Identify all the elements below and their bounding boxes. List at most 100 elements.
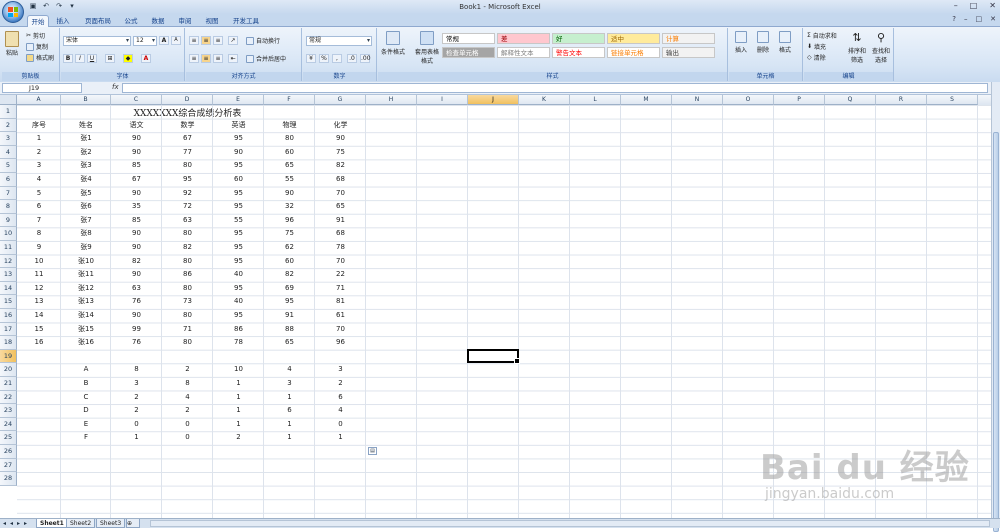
cell[interactable]: 13	[17, 295, 61, 309]
row-header[interactable]: 25	[0, 431, 17, 445]
cell[interactable]: 68	[315, 173, 366, 187]
row-header[interactable]: 23	[0, 404, 17, 418]
cell[interactable]: 10	[17, 255, 61, 269]
cell[interactable]: 张15	[61, 323, 111, 337]
row-header[interactable]: 5	[0, 159, 17, 173]
paste-button[interactable]: 粘贴	[5, 31, 19, 57]
help-icon[interactable]: ?	[952, 15, 956, 23]
cell[interactable]: 张9	[61, 241, 111, 255]
insert-function-icon[interactable]: fx	[112, 83, 119, 91]
cell[interactable]: 90	[315, 132, 366, 146]
cell[interactable]: 80	[162, 227, 213, 241]
percent-button[interactable]: %	[319, 54, 329, 63]
row-header[interactable]: 4	[0, 145, 17, 160]
cell-style-option[interactable]: 输出	[662, 47, 715, 58]
column-header[interactable]: F	[264, 95, 315, 105]
cell[interactable]: 6	[17, 200, 61, 214]
cell[interactable]: 78	[315, 241, 366, 255]
cell[interactable]: 3	[17, 159, 61, 173]
next-sheet-icon[interactable]: ▸	[17, 520, 20, 527]
tab-page-layout[interactable]: 页面布局	[80, 15, 116, 27]
cell[interactable]: 5	[17, 187, 61, 201]
cell[interactable]: 40	[213, 268, 264, 282]
vertical-scrollbar[interactable]	[991, 82, 1000, 532]
first-sheet-icon[interactable]: ◂	[3, 520, 6, 527]
cell[interactable]: 62	[264, 241, 315, 255]
tab-home[interactable]: 开始	[27, 15, 49, 27]
cell[interactable]: 张7	[61, 214, 111, 228]
cell[interactable]: 1	[264, 418, 315, 432]
ribbon-minimize-icon[interactable]: –	[964, 15, 968, 23]
cell[interactable]: 70	[315, 187, 366, 201]
sheet-tab-1[interactable]: Sheet1	[36, 519, 68, 528]
last-sheet-icon[interactable]: ▸	[24, 520, 27, 527]
cell[interactable]: 91	[264, 309, 315, 323]
cell[interactable]: 85	[111, 159, 162, 173]
cell[interactable]: 1	[213, 404, 264, 418]
tab-data[interactable]: 数据	[147, 15, 169, 27]
cell[interactable]: 32	[264, 200, 315, 214]
cell[interactable]: 1	[264, 431, 315, 445]
cell[interactable]: 95	[264, 295, 315, 309]
cell[interactable]: 0	[111, 418, 162, 432]
cell[interactable]: 81	[315, 295, 366, 309]
cell[interactable]: 15	[17, 323, 61, 337]
merge-center-button[interactable]: 合并后居中	[246, 54, 286, 63]
cell[interactable]: A	[61, 363, 111, 377]
cell[interactable]: 77	[162, 146, 213, 160]
cell[interactable]: 80	[162, 282, 213, 296]
cell[interactable]: 1	[17, 132, 61, 146]
cell[interactable]: 90	[264, 187, 315, 201]
cell[interactable]: 80	[162, 336, 213, 350]
cell-style-option[interactable]: 检查单元格	[442, 47, 495, 58]
row-header[interactable]: 10	[0, 227, 17, 241]
cell[interactable]: 9	[17, 241, 61, 255]
row-header[interactable]: 6	[0, 173, 17, 187]
cell[interactable]: 95	[213, 241, 264, 255]
cell[interactable]: 80	[162, 159, 213, 173]
cell[interactable]: 73	[162, 295, 213, 309]
cell[interactable]: 90	[111, 132, 162, 146]
paste-options-icon[interactable]: ▤	[368, 447, 377, 455]
cell[interactable]: 张16	[61, 336, 111, 350]
comma-icon[interactable]: ,	[332, 54, 342, 63]
column-header[interactable]: S	[927, 95, 978, 105]
cell[interactable]: 35	[111, 200, 162, 214]
cell[interactable]: 3	[315, 363, 366, 377]
tab-review[interactable]: 审阅	[174, 15, 196, 27]
cell[interactable]: 1	[213, 391, 264, 405]
cell[interactable]: 67	[162, 132, 213, 146]
cell[interactable]: 90	[111, 227, 162, 241]
row-header[interactable]: 9	[0, 213, 17, 228]
cell[interactable]: 68	[315, 227, 366, 241]
row-header[interactable]: 13	[0, 268, 17, 282]
row-header[interactable]: 18	[0, 336, 17, 350]
clear-button[interactable]: ◇ 清除	[807, 53, 826, 62]
cell[interactable]: 95	[213, 227, 264, 241]
sheet-tab-2[interactable]: Sheet2	[66, 519, 96, 528]
cell[interactable]: 2	[17, 146, 61, 160]
cell[interactable]: 65	[264, 159, 315, 173]
cell[interactable]: 99	[111, 323, 162, 337]
cell[interactable]: 95	[213, 159, 264, 173]
cell[interactable]: 22	[315, 268, 366, 282]
select-all-corner[interactable]	[0, 95, 17, 105]
maximize-button[interactable]: □	[970, 1, 978, 10]
cell[interactable]: 60	[264, 255, 315, 269]
column-header[interactable]: O	[723, 95, 774, 105]
row-header[interactable]: 2	[0, 118, 17, 133]
cell[interactable]: 张3	[61, 159, 111, 173]
cell[interactable]: 张8	[61, 227, 111, 241]
cell-style-option[interactable]: 常规	[442, 33, 495, 44]
cell[interactable]: 8	[111, 363, 162, 377]
cell[interactable]: 40	[213, 295, 264, 309]
row-header[interactable]: 15	[0, 295, 17, 309]
align-left-icon[interactable]: ≡	[189, 54, 199, 63]
office-button[interactable]	[2, 1, 24, 23]
cell[interactable]: 80	[264, 132, 315, 146]
cell[interactable]: 76	[111, 336, 162, 350]
cell[interactable]: 86	[162, 268, 213, 282]
cell[interactable]: 76	[111, 295, 162, 309]
cell[interactable]: 3	[264, 377, 315, 391]
ribbon-restore-icon[interactable]: □	[976, 15, 983, 23]
